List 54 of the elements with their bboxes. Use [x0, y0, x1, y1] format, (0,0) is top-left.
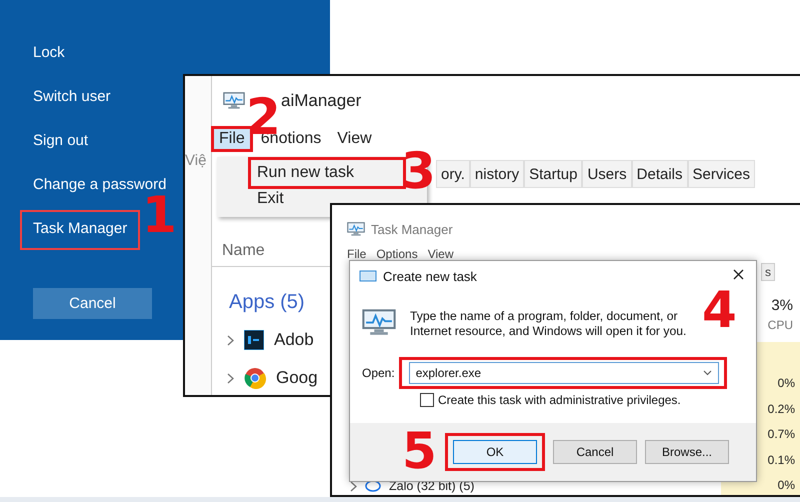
- chevron-icon[interactable]: [227, 334, 234, 346]
- cpu-label: CPU: [768, 318, 794, 332]
- menu-item[interactable]: File: [214, 129, 250, 149]
- checkbox-label: Create this task with administrative privileges.: [438, 393, 681, 407]
- table-cell-text: 0.7%: [768, 427, 795, 443]
- tab[interactable]: ory.: [436, 160, 470, 188]
- tab[interactable]: Users: [582, 160, 632, 188]
- power-menu-item[interactable]: Switch user: [33, 86, 111, 130]
- side-text: Việ: [185, 152, 208, 169]
- menu-item[interactable]: View: [332, 129, 377, 149]
- dialog-title: Create new task: [383, 268, 477, 284]
- menu-item[interactable]: View: [428, 247, 454, 261]
- open-field[interactable]: explorer.exe: [408, 362, 719, 384]
- app-icon: [365, 480, 381, 492]
- computer-icon: [362, 309, 396, 336]
- power-menu-item[interactable]: Sign out: [33, 130, 88, 174]
- run-icon: [359, 270, 377, 282]
- cpu-value: 3%: [771, 297, 794, 314]
- dialog-message: Type the name of a program, folder, document, or Internet resource, and Windows will open it for you.: [410, 309, 688, 339]
- dialog-button[interactable]: Cancel: [553, 440, 637, 464]
- tab[interactable]: Startup: [524, 160, 582, 188]
- tab[interactable]: Services: [688, 160, 756, 188]
- close-icon[interactable]: [733, 269, 744, 280]
- window-title: aiManager: [281, 91, 362, 111]
- tab[interactable]: s: [761, 263, 775, 281]
- group-heading: Apps (5): [229, 291, 305, 314]
- field-label: Open:: [362, 366, 395, 380]
- power-menu-item[interactable]: Lock: [33, 42, 65, 86]
- step-number: 5: [402, 426, 437, 476]
- step-number: 4: [702, 285, 737, 335]
- chrome-icon: [244, 367, 266, 389]
- table-cell-text: 0.2%: [768, 402, 795, 418]
- chevron-icon[interactable]: [227, 372, 234, 384]
- menu-item[interactable]: Options: [376, 247, 418, 261]
- process-name: Adob: [274, 330, 314, 350]
- cancel-button[interactable]: Cancel: [33, 288, 152, 319]
- checkbox[interactable]: [420, 393, 434, 407]
- menu-item[interactable]: Run new task: [251, 160, 403, 186]
- power-menu-item[interactable]: Task Manager: [22, 212, 138, 248]
- table-cell-text: 0.1%: [768, 452, 795, 468]
- chevron-icon[interactable]: [350, 480, 357, 492]
- table-cell-text: 0%: [778, 376, 795, 392]
- monitor-icon: [347, 222, 365, 236]
- window-title: Task Manager: [371, 222, 453, 236]
- step-number: 1: [142, 190, 177, 240]
- process-name: Goog: [276, 368, 318, 388]
- dropdown-icon[interactable]: [702, 370, 712, 376]
- menu-item[interactable]: File: [347, 247, 366, 261]
- table-cell-text: 0%: [778, 478, 795, 494]
- dialog-button[interactable]: Browse...: [645, 440, 729, 464]
- monitor-icon: [223, 92, 245, 110]
- dialog-button[interactable]: OK: [453, 440, 537, 464]
- tab[interactable]: nistory: [470, 160, 524, 188]
- tab[interactable]: Details: [632, 160, 688, 188]
